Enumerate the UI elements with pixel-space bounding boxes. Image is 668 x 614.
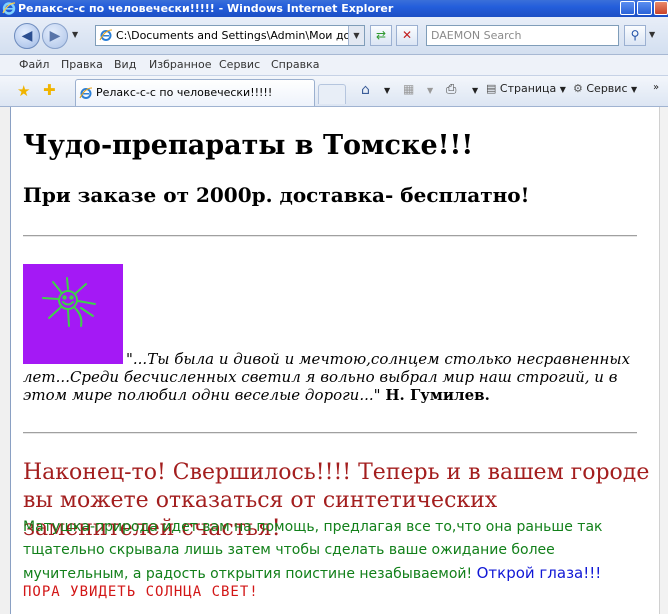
tab-active[interactable]: Релакс-с-с по человечески!!!!! [75, 79, 315, 106]
address-url: C:\Documents and Settings\Admin\Мои доку… [116, 29, 365, 42]
maximize-button[interactable] [637, 1, 652, 15]
search-options-icon[interactable]: ▼ [649, 30, 655, 39]
sun-icon [42, 277, 96, 327]
tools-menu-dropdown-icon: ▼ [631, 85, 638, 94]
tools-menu-button[interactable]: ⚙ Сервис ▼ [573, 82, 637, 95]
window-title: Релакс-с-с по человечески!!!!! - Windows… [18, 2, 394, 15]
vertical-scrollbar[interactable] [659, 107, 668, 614]
search-input[interactable]: DAEMON Search [426, 25, 619, 46]
divider-top [23, 235, 637, 237]
page-menu-icon: ▤ [486, 82, 497, 95]
home-dropdown-icon[interactable]: ▼ [384, 86, 390, 95]
add-favorite-icon[interactable]: ✚ [43, 81, 56, 99]
forward-button[interactable]: ▶ [42, 23, 68, 49]
quote-author: Н. Гумилев. [385, 386, 490, 404]
page-subheading: При заказе от 2000р. доставка- бесплатно… [23, 183, 530, 207]
forward-arrow-icon: ▶ [49, 28, 61, 44]
history-dropdown-icon[interactable]: ▼ [72, 30, 78, 39]
back-arrow-icon: ◀ [21, 28, 33, 44]
page-menu-dropdown-icon: ▼ [559, 85, 566, 94]
new-tab-button[interactable] [318, 84, 346, 104]
sunlight-slogan: ПОРА УВИДЕТЬ СОЛНЦА СВЕТ! [23, 584, 259, 600]
quote-text: "...Ты была и дивой и мечтою,солнцем сто… [23, 350, 631, 404]
back-button[interactable]: ◀ [14, 23, 40, 49]
search-button[interactable]: ⚲ [624, 25, 646, 46]
search-placeholder: DAEMON Search [431, 29, 522, 42]
tab-label: Релакс-с-с по человечески!!!!! [96, 86, 273, 99]
address-field[interactable]: C:\Documents and Settings\Admin\Мои доку… [95, 25, 365, 46]
home-icon[interactable]: ⌂ [361, 82, 370, 98]
menu-bar: Файл Правка Вид Избранное Сервис Справка [0, 55, 668, 76]
menu-file[interactable]: Файл [19, 58, 49, 71]
gear-icon: ⚙ [573, 82, 583, 95]
open-eyes-link[interactable]: Открой глаза!!! [477, 564, 602, 582]
navigation-bar: ◀ ▶ ▼ C:\Documents and Settings\Admin\Мо… [0, 17, 668, 55]
page-content: Чудо-препараты в Томске!!! При заказе от… [10, 107, 660, 614]
address-dropdown-icon[interactable]: ▼ [348, 26, 364, 45]
favorites-star-icon[interactable]: ★ [17, 82, 30, 100]
page-menu-label: Страница [499, 82, 557, 95]
promo-paragraph: Матушка-природа идет вам на помощь, пред… [23, 516, 643, 586]
refresh-button[interactable]: ⇄ [370, 25, 392, 46]
sun-image [23, 264, 123, 364]
toolbar-overflow-icon[interactable]: » [653, 82, 659, 93]
print-icon[interactable]: ⎙ [446, 82, 456, 97]
page-menu-button[interactable]: ▤ Страница ▼ [486, 82, 566, 95]
page-heading: Чудо-препараты в Томске!!! [23, 130, 474, 161]
window-title-bar: Релакс-с-с по человечески!!!!! - Windows… [0, 0, 668, 17]
quote-block: "...Ты была и дивой и мечтою,солнцем сто… [23, 350, 643, 404]
stop-button[interactable]: ✕ [396, 25, 418, 46]
menu-view[interactable]: Вид [114, 58, 136, 71]
rss-feed-icon[interactable]: ▦ [403, 82, 414, 96]
menu-tools[interactable]: Сервис [219, 58, 260, 71]
divider-middle [23, 432, 637, 434]
tab-page-icon [79, 87, 93, 99]
tools-menu-label: Сервис [586, 82, 628, 95]
feed-dropdown-icon[interactable]: ▼ [427, 86, 433, 95]
print-dropdown-icon[interactable]: ▼ [472, 86, 478, 95]
tab-bar: ★ ✚ Релакс-с-с по человечески!!!!! ⌂ ▼ ▦… [0, 76, 668, 107]
ie-logo-icon [2, 2, 16, 15]
search-icon: ⚲ [630, 28, 640, 42]
refresh-icon: ⇄ [375, 28, 387, 42]
menu-help[interactable]: Справка [271, 58, 319, 71]
menu-edit[interactable]: Правка [61, 58, 103, 71]
minimize-button[interactable] [620, 1, 635, 15]
page-icon [99, 29, 113, 41]
menu-favorites[interactable]: Избранное [149, 58, 211, 71]
stop-icon: ✕ [401, 28, 413, 42]
close-window-button[interactable] [654, 1, 668, 15]
